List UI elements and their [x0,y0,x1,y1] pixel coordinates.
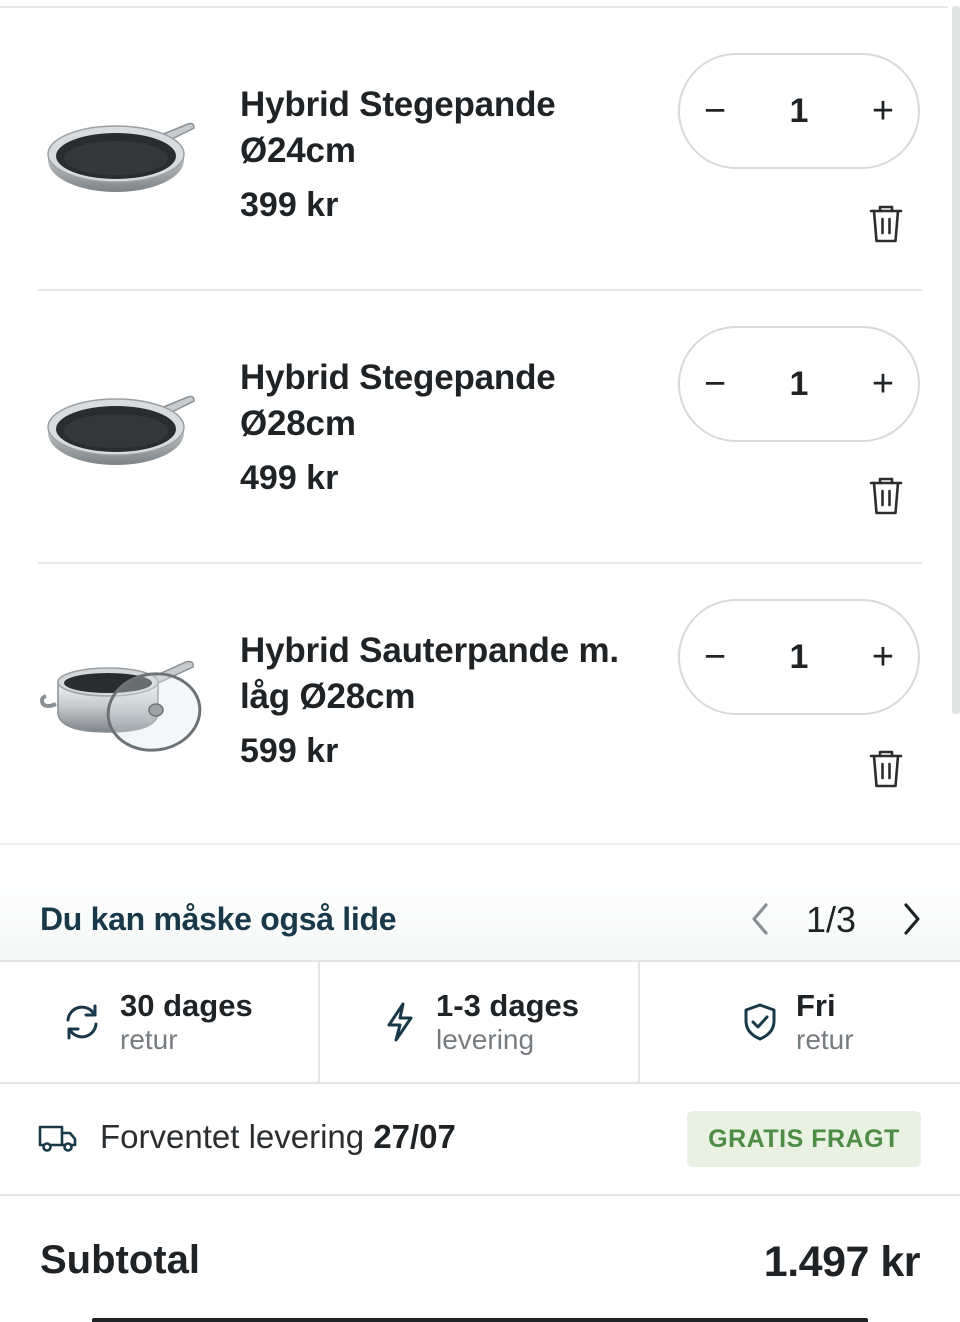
refresh-icon [62,1002,102,1042]
usp-bar: 30 dages retur 1-3 dages levering Fri re… [0,960,960,1084]
expected-delivery-row: Forventet levering 27/07 GRATIS FRAGT [0,1084,960,1196]
product-image-saute-pan-with-lid[interactable] [38,620,208,760]
quantity-value: 1 [789,637,809,676]
subtotal-value: 1.497 kr [763,1238,921,1286]
recommendations-title: Du kan måske også lide [40,901,397,937]
lightning-icon [380,1002,420,1042]
checkout-button-edge[interactable] [92,1318,868,1322]
usp-main-text: 30 dages [120,988,253,1023]
quantity-stepper: − 1 + [678,599,920,715]
usp-main-text: Fri [796,988,836,1023]
usp-delivery: 1-3 dages levering [320,962,640,1082]
product-price: 499 kr [240,459,339,497]
trash-icon[interactable] [868,476,904,516]
trash-icon[interactable] [868,749,904,789]
delivery-date: 27/07 [373,1118,456,1155]
product-title[interactable]: Hybrid Stegepande Ø28cm [240,355,660,447]
chevron-right-icon[interactable] [896,897,928,941]
subtotal-label: Subtotal [40,1238,200,1282]
recommendations-header: Du kan måske også lide 1/3 [0,845,960,960]
scrollbar[interactable] [952,6,960,714]
delivery-label: Forventet levering [100,1118,365,1155]
item-divider [38,562,922,564]
truck-icon [38,1122,78,1154]
delivery-text: Forventet levering 27/07 [100,1118,456,1156]
shield-check-icon [740,1002,780,1042]
increase-quantity-button[interactable]: + [848,601,918,713]
product-title[interactable]: Hybrid Sauterpande m. låg Ø28cm [240,628,660,720]
quantity-value: 1 [789,364,809,403]
usp-sub-text: retur [120,1024,178,1055]
usp-main-text: 1-3 dages [436,988,580,1023]
increase-quantity-button[interactable]: + [848,328,918,440]
item-divider [38,289,922,291]
usp-free-returns: Fri retur [640,962,960,1082]
free-shipping-badge: GRATIS FRAGT [687,1111,921,1167]
carousel-page-indicator: 1/3 [806,899,857,940]
usp-returns: 30 dages retur [0,962,320,1082]
product-price: 599 kr [240,732,339,770]
usp-sub-text: levering [436,1024,535,1055]
chevron-left-icon[interactable] [744,897,776,941]
decrease-quantity-button[interactable]: − [680,328,750,440]
quantity-stepper: − 1 + [678,326,920,442]
product-image-frying-pan[interactable] [38,327,208,467]
cart-item: Hybrid Sauterpande m. låg Ø28cm 599 kr −… [0,0,948,788]
usp-sub-text: retur [796,1024,854,1055]
decrease-quantity-button[interactable]: − [680,601,750,713]
